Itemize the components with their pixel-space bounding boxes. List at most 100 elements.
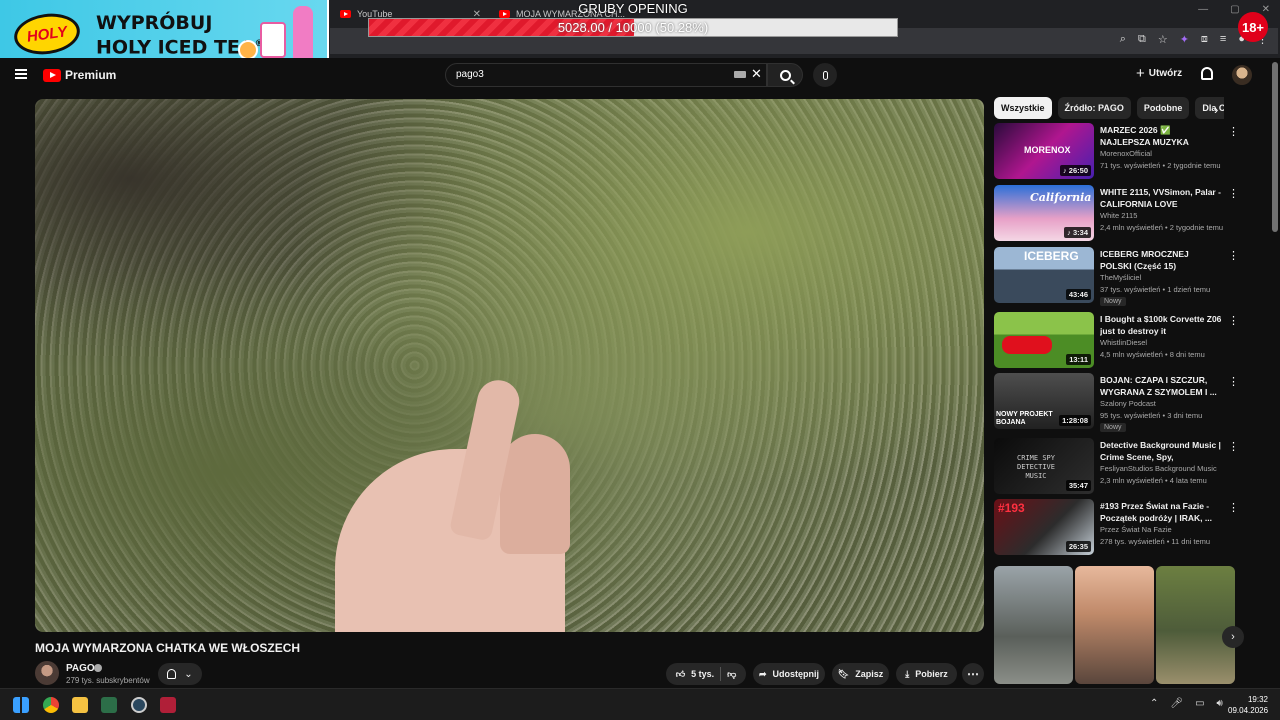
grapefruit-slice-icon	[238, 40, 258, 60]
chrome-icon[interactable]	[43, 697, 59, 713]
kebab-menu-icon[interactable]: ⋮	[1228, 314, 1239, 327]
reading-list-icon[interactable]: ≡	[1220, 33, 1226, 46]
logo-text: Premium	[65, 68, 117, 82]
recommendation-item[interactable]: ICEBERG 43:46 ICEBERG MROCZNEJ POLSKI (C…	[994, 247, 1239, 306]
kebab-menu-icon[interactable]: ⋮	[1228, 249, 1239, 262]
recommendation-title[interactable]: #193 Przez Świat na Fazie - Początek pod…	[1100, 500, 1222, 524]
bookmark-star-icon[interactable]: ☆	[1158, 33, 1168, 46]
windows-start-icon[interactable]	[13, 697, 29, 713]
recommendation-item[interactable]: 13:11 I Bought a $100k Corvette Z06 just…	[994, 312, 1239, 370]
clear-search-icon[interactable]: ✕	[751, 66, 762, 82]
shorts-shelf	[994, 566, 1236, 684]
mic-tray-icon[interactable]: 🎤︎	[1170, 698, 1183, 709]
red-app-icon[interactable]	[160, 697, 176, 713]
tray-overflow-icon[interactable]: ⌃	[1150, 698, 1158, 709]
recommendation-title[interactable]: MARZEC 2026 ✅ NAJLEPSZA MUZYKA KLUBOWA 2…	[1100, 124, 1222, 148]
video-thumbnail[interactable]: 13:11	[994, 312, 1094, 368]
short-thumbnail[interactable]	[1156, 566, 1235, 684]
recommendation-channel[interactable]: FesliyanStudios Background Music	[1100, 464, 1217, 473]
video-thumbnail[interactable]: ICEBERG 43:46	[994, 247, 1094, 303]
install-icon[interactable]: ⧉	[1138, 33, 1146, 46]
kebab-menu-icon[interactable]: ⋮	[1228, 501, 1239, 514]
file-explorer-icon[interactable]	[72, 697, 88, 713]
video-thumbnail[interactable]: NOWY PROJEKT BOJANA 1:28:08	[994, 373, 1094, 429]
thumbs-up-icon[interactable]: 👍︎	[676, 669, 685, 680]
keyboard-icon[interactable]	[734, 71, 746, 78]
steam-icon[interactable]	[131, 697, 147, 713]
recommendation-title[interactable]: WHITE 2115, VVSimon, Palar - CALIFORNIA …	[1100, 186, 1222, 210]
search-icon	[779, 69, 791, 81]
user-avatar[interactable]	[1232, 65, 1252, 85]
save-button[interactable]: 🔖︎ Zapisz	[832, 663, 889, 685]
recommendation-channel[interactable]: MorenoxOfficial	[1100, 149, 1152, 158]
subscription-bell-button[interactable]: ⌄	[158, 663, 202, 685]
voice-search-button[interactable]	[813, 63, 837, 87]
chip-for-you[interactable]: Dla C	[1195, 97, 1224, 119]
recommendation-channel[interactable]: White 2115	[1100, 211, 1137, 220]
overlay-title: GRUBY OPENING	[578, 1, 688, 16]
video-title: MOJA WYMARZONA CHATKA WE WŁOSZECH	[35, 641, 301, 655]
video-thumbnail[interactable]: California ♪ 3:34	[994, 185, 1094, 241]
recommendation-meta: 2,4 mln wyświetleń • 2 tygodnie temu	[1100, 223, 1224, 232]
puzzle-icon[interactable]: ⧈	[1201, 33, 1208, 46]
hamburger-menu-icon[interactable]	[15, 69, 27, 79]
video-thumbnail[interactable]: #193 26:35	[994, 499, 1094, 555]
recommendation-title[interactable]: Detective Background Music | Crime Scene…	[1100, 439, 1222, 463]
minimize-icon[interactable]: —	[1198, 4, 1208, 15]
video-thumbnail[interactable]: CRIME SPY DETECTIVE MUSIC 35:47	[994, 438, 1094, 494]
recommendation-item[interactable]: MORENOX ♪ 26:50 MARZEC 2026 ✅ NAJLEPSZA …	[994, 123, 1239, 181]
channel-name[interactable]: PAGO	[66, 663, 95, 674]
chip-related[interactable]: Podobne	[1136, 97, 1190, 119]
thumbs-down-icon[interactable]: 👎︎	[727, 669, 736, 680]
create-button[interactable]: + Utwórz	[1136, 66, 1182, 81]
page-scrollbar[interactable]	[1272, 62, 1278, 232]
search-input[interactable]: pago3	[445, 63, 767, 87]
recommendation-item[interactable]: NOWY PROJEKT BOJANA 1:28:08 BOJAN: CZAPA…	[994, 373, 1239, 432]
maximize-icon[interactable]: ▢	[1230, 4, 1239, 15]
recommendation-item[interactable]: #193 26:35 #193 Przez Świat na Fazie - P…	[994, 499, 1239, 557]
zoom-icon[interactable]: ⌕	[1120, 33, 1126, 46]
spreadsheet-app-icon[interactable]	[101, 697, 117, 713]
kebab-menu-icon[interactable]: ⋮	[1228, 187, 1239, 200]
like-count[interactable]: 5 tys.	[691, 669, 714, 679]
taskbar-clock[interactable]: 19:32 09.04.2026	[1228, 694, 1268, 716]
recommendation-title[interactable]: I Bought a $100k Corvette Z06 just to de…	[1100, 313, 1222, 337]
extension-icon[interactable]: ✦	[1180, 33, 1189, 46]
divider	[720, 667, 722, 681]
recommendation-channel[interactable]: Szalony Podcast	[1100, 399, 1156, 408]
search-button[interactable]	[767, 63, 803, 87]
channel-avatar[interactable]	[35, 661, 59, 685]
recommendation-channel[interactable]: Przez Świat Na Fazie	[1100, 525, 1172, 534]
more-actions-icon[interactable]: ⋯	[962, 663, 984, 685]
kebab-menu-icon[interactable]: ⋮	[1228, 440, 1239, 453]
duration-badge: 13:11	[1066, 354, 1091, 365]
chip-all[interactable]: Wszystkie	[994, 97, 1052, 119]
recommendation-item[interactable]: California ♪ 3:34 WHITE 2115, VVSimon, P…	[994, 185, 1239, 243]
display-icon[interactable]: ▭	[1195, 698, 1204, 709]
video-thumbnail[interactable]: MORENOX ♪ 26:50	[994, 123, 1094, 179]
chip-source[interactable]: Źródło: PAGO	[1057, 97, 1131, 119]
chevron-right-icon[interactable]: ›	[1222, 626, 1244, 648]
chevron-right-icon[interactable]: ›	[1214, 102, 1218, 117]
youtube-logo-icon	[43, 68, 61, 82]
notifications-bell-icon[interactable]	[1201, 67, 1213, 80]
share-button[interactable]: ➦ Udostępnij	[753, 663, 825, 685]
short-thumbnail[interactable]	[1075, 566, 1154, 684]
recommendation-title[interactable]: ICEBERG MROCZNEJ POLSKI (Część 15)	[1100, 248, 1222, 272]
volume-icon[interactable]: 🔊︎	[1217, 698, 1223, 709]
youtube-logo[interactable]: Premium	[43, 68, 116, 82]
recommendation-channel[interactable]: TheMyśliciel	[1100, 273, 1141, 282]
short-thumbnail[interactable]	[994, 566, 1073, 684]
kebab-menu-icon[interactable]: ⋮	[1228, 375, 1239, 388]
kebab-menu-icon[interactable]: ⋮	[1228, 125, 1239, 138]
download-button[interactable]: ⤓ Pobierz	[896, 663, 957, 685]
duration-badge: ♪ 26:50	[1059, 165, 1091, 176]
close-window-icon[interactable]: ✕	[1262, 4, 1270, 15]
video-player[interactable]	[35, 99, 984, 632]
share-label: Udostępnij	[772, 669, 820, 679]
youtube-favicon-icon	[340, 10, 351, 18]
bell-icon	[167, 669, 177, 679]
recommendation-title[interactable]: BOJAN: CZAPA I SZCZUR, WYGRANA Z SZYMOLE…	[1100, 374, 1222, 398]
recommendation-item[interactable]: CRIME SPY DETECTIVE MUSIC 35:47 Detectiv…	[994, 438, 1239, 496]
recommendation-channel[interactable]: WhistlinDiesel	[1100, 338, 1147, 347]
